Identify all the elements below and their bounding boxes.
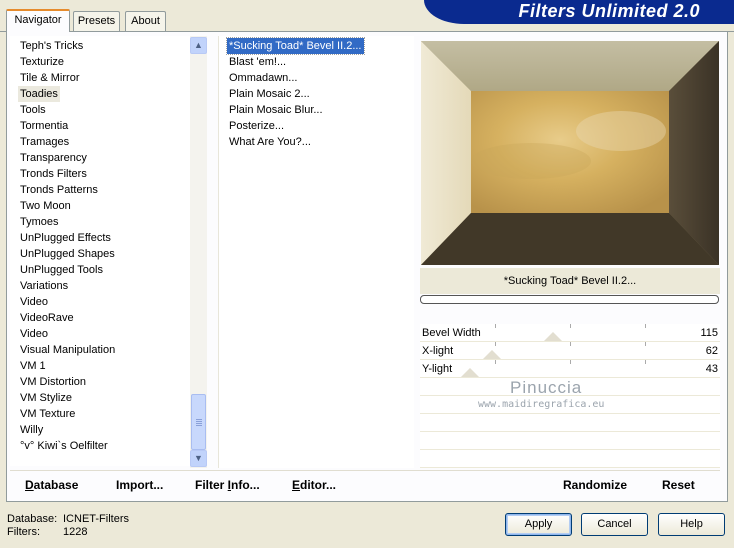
watermark-url: www.maidiregrafica.eu [478,399,605,410]
category-item[interactable]: VM Distortion [18,374,88,390]
filter-item-selected[interactable]: *Sucking Toad* Bevel II.2... [226,37,365,55]
preview-image [421,41,719,265]
tab-navigator[interactable]: Navigator [6,9,70,32]
category-item[interactable]: Tools [18,102,48,118]
filter-item[interactable]: Posterize... [227,118,286,134]
slider-value: 62 [705,345,718,357]
category-item[interactable]: °v° Kiwi`s Oelfilter [18,438,110,454]
category-item[interactable]: Tramages [18,134,71,150]
status-filters-value: 1228 [63,526,88,538]
category-item[interactable]: Video [18,294,50,310]
scroll-up-icon[interactable]: ▲ [190,37,207,54]
category-item[interactable]: Tormentia [18,118,70,134]
editor-button[interactable]: Editor... [292,478,336,492]
category-item[interactable]: Tronds Filters [18,166,89,182]
category-item[interactable]: Tile & Mirror [18,70,81,86]
category-item[interactable]: UnPlugged Shapes [18,246,117,262]
slider-empty [420,450,720,468]
slider-empty [420,432,720,450]
bevel-bottom [421,213,719,265]
slider-y-light[interactable]: Y-light 43 [420,360,720,378]
slider-x-light[interactable]: X-light 62 [420,342,720,360]
slider-empty [420,414,720,432]
filter-item[interactable]: Plain Mosaic 2... [227,86,312,102]
category-item[interactable]: Visual Manipulation [18,342,117,358]
filter-list[interactable]: *Sucking Toad* Bevel II.2... Blast 'em!.… [218,36,414,468]
app-title-banner: Filters Unlimited 2.0 [424,0,734,24]
app-title: Filters Unlimited 2.0 [518,1,700,21]
slider-thumb[interactable] [483,350,501,359]
apply-button[interactable]: Apply [505,513,572,536]
status-filters-label: Filters: [7,526,40,538]
filter-item[interactable]: Blast 'em!... [227,54,288,70]
slider-label: X-light [422,345,454,357]
tab-about[interactable]: About [125,11,166,31]
category-item[interactable]: UnPlugged Effects [18,230,113,246]
category-item[interactable]: Willy [18,422,45,438]
help-button[interactable]: Help [658,513,725,536]
category-item[interactable]: Transparency [18,150,89,166]
progress-bar [420,295,719,304]
category-item[interactable]: VM Stylize [18,390,74,406]
reset-button[interactable]: Reset [662,478,695,492]
watermark-name: Pinuccia [510,378,583,397]
category-item[interactable]: VM Texture [18,406,77,422]
filter-item[interactable]: Plain Mosaic Blur... [227,102,325,118]
slider-value: 43 [705,363,718,375]
category-item[interactable]: Teph's Tricks [18,38,85,54]
randomize-button[interactable]: Randomize [563,478,627,492]
filter-info-button[interactable]: Filter Info... [195,478,260,492]
category-scrollbar[interactable]: ▲ ▼ [190,36,207,468]
category-item[interactable]: Video [18,326,50,342]
filter-item[interactable]: What Are You?... [227,134,313,150]
tab-presets[interactable]: Presets [73,11,120,31]
import-button[interactable]: Import... [116,478,163,492]
slider-thumb[interactable] [461,368,479,377]
selected-filter-name: *Sucking Toad* Bevel II.2... [420,268,720,294]
bevel-top [421,41,719,91]
category-item-selected[interactable]: Toadies [18,86,60,102]
scroll-thumb[interactable] [191,394,206,450]
toolbar-divider [10,470,720,471]
slider-bevel-width[interactable]: Bevel Width 115 [420,324,720,342]
slider-label: Y-light [422,363,453,375]
category-item[interactable]: Tronds Patterns [18,182,100,198]
status-database-value: ICNET-Filters [63,513,129,525]
database-button[interactable]: Database [25,478,78,492]
category-list[interactable]: Teph's Tricks Texturize Tile & Mirror To… [10,36,190,466]
slider-value: 115 [700,327,718,339]
category-item[interactable]: Texturize [18,54,66,70]
slider-label: Bevel Width [422,327,481,339]
cancel-button[interactable]: Cancel [581,513,648,536]
status-database-label: Database: [7,513,58,525]
category-item[interactable]: UnPlugged Tools [18,262,105,278]
category-item[interactable]: Variations [18,278,70,294]
category-item[interactable]: VideoRave [18,310,76,326]
category-item[interactable]: VM 1 [18,358,48,374]
scroll-down-icon[interactable]: ▼ [190,450,207,467]
filter-item[interactable]: Ommadawn... [227,70,299,86]
slider-thumb[interactable] [544,332,562,341]
category-item[interactable]: Two Moon [18,198,73,214]
category-item[interactable]: Tymoes [18,214,61,230]
